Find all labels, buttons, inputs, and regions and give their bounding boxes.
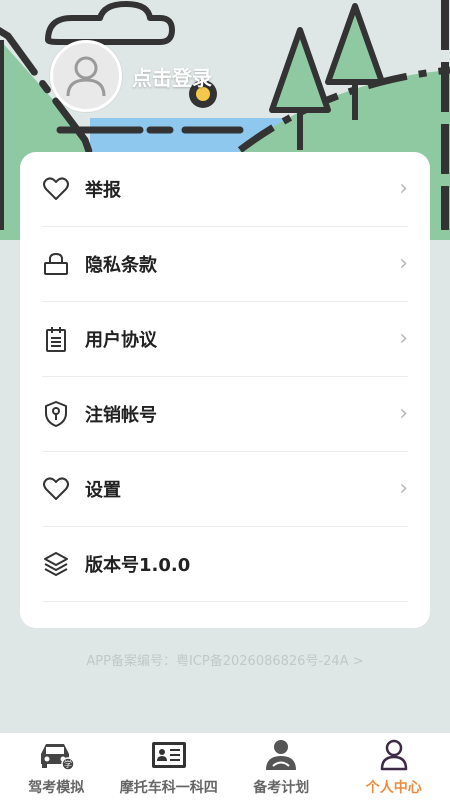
id-card-icon — [151, 739, 187, 771]
tab-personal-center[interactable]: 个人中心 — [338, 733, 450, 800]
menu-item-privacy[interactable]: 隐私条款 › — [42, 227, 408, 302]
menu-item-settings[interactable]: 设置 › — [42, 452, 408, 527]
tab-exam-simulation[interactable]: 学 驾考模拟 — [0, 733, 113, 800]
clipboard-icon — [42, 325, 70, 353]
avatar[interactable] — [50, 40, 122, 112]
profile-header[interactable]: 点击登录 — [50, 40, 212, 112]
car-icon: 学 — [38, 739, 75, 771]
heart-icon — [42, 175, 70, 203]
menu-item-version: 版本号1.0.0 — [42, 527, 408, 602]
menu-label: 举报 — [85, 180, 121, 201]
login-link[interactable]: 点击登录 — [132, 62, 212, 91]
layers-icon — [42, 550, 70, 578]
user-placeholder-icon — [66, 56, 106, 97]
lock-icon — [42, 250, 70, 278]
tab-label: 摩托车科一科四 — [119, 780, 218, 796]
chevron-right-icon: › — [399, 251, 408, 276]
menu-label: 注销帐号 — [85, 405, 157, 426]
tab-label: 驾考模拟 — [28, 780, 85, 796]
version-label: 版本号1.0.0 — [85, 555, 191, 576]
chevron-right-icon: › — [399, 401, 408, 426]
menu-item-cancel-account[interactable]: 注销帐号 › — [42, 377, 408, 452]
menu-item-user-agreement[interactable]: 用户协议 › — [42, 302, 408, 377]
driver-icon — [263, 739, 299, 771]
menu-card: 举报 › 隐私条款 › 用户协议 › 注销帐号 › 设置 › 版本号1.0.0 — [20, 152, 430, 628]
svg-text:学: 学 — [64, 759, 72, 769]
shield-icon — [42, 400, 70, 428]
bottom-tab-bar: 学 驾考模拟 摩托车科一科四 备考计划 个人中心 — [0, 732, 450, 800]
chevron-right-icon: › — [399, 476, 408, 501]
tab-study-plan[interactable]: 备考计划 — [225, 733, 338, 800]
tab-motorcycle[interactable]: 摩托车科一科四 — [113, 733, 226, 800]
heart-icon — [42, 475, 70, 503]
chevron-right-icon: › — [399, 326, 408, 351]
icp-record-link[interactable]: APP备案编号：粤ICP备2026086826号-24A > — [0, 650, 450, 669]
chevron-right-icon: › — [399, 176, 408, 201]
tab-label: 备考计划 — [253, 780, 310, 796]
menu-label: 隐私条款 — [85, 255, 157, 276]
menu-label: 设置 — [85, 480, 121, 501]
person-icon — [376, 739, 412, 771]
menu-item-report[interactable]: 举报 › — [42, 152, 408, 227]
menu-label: 用户协议 — [85, 330, 157, 351]
tab-label: 个人中心 — [365, 780, 422, 796]
